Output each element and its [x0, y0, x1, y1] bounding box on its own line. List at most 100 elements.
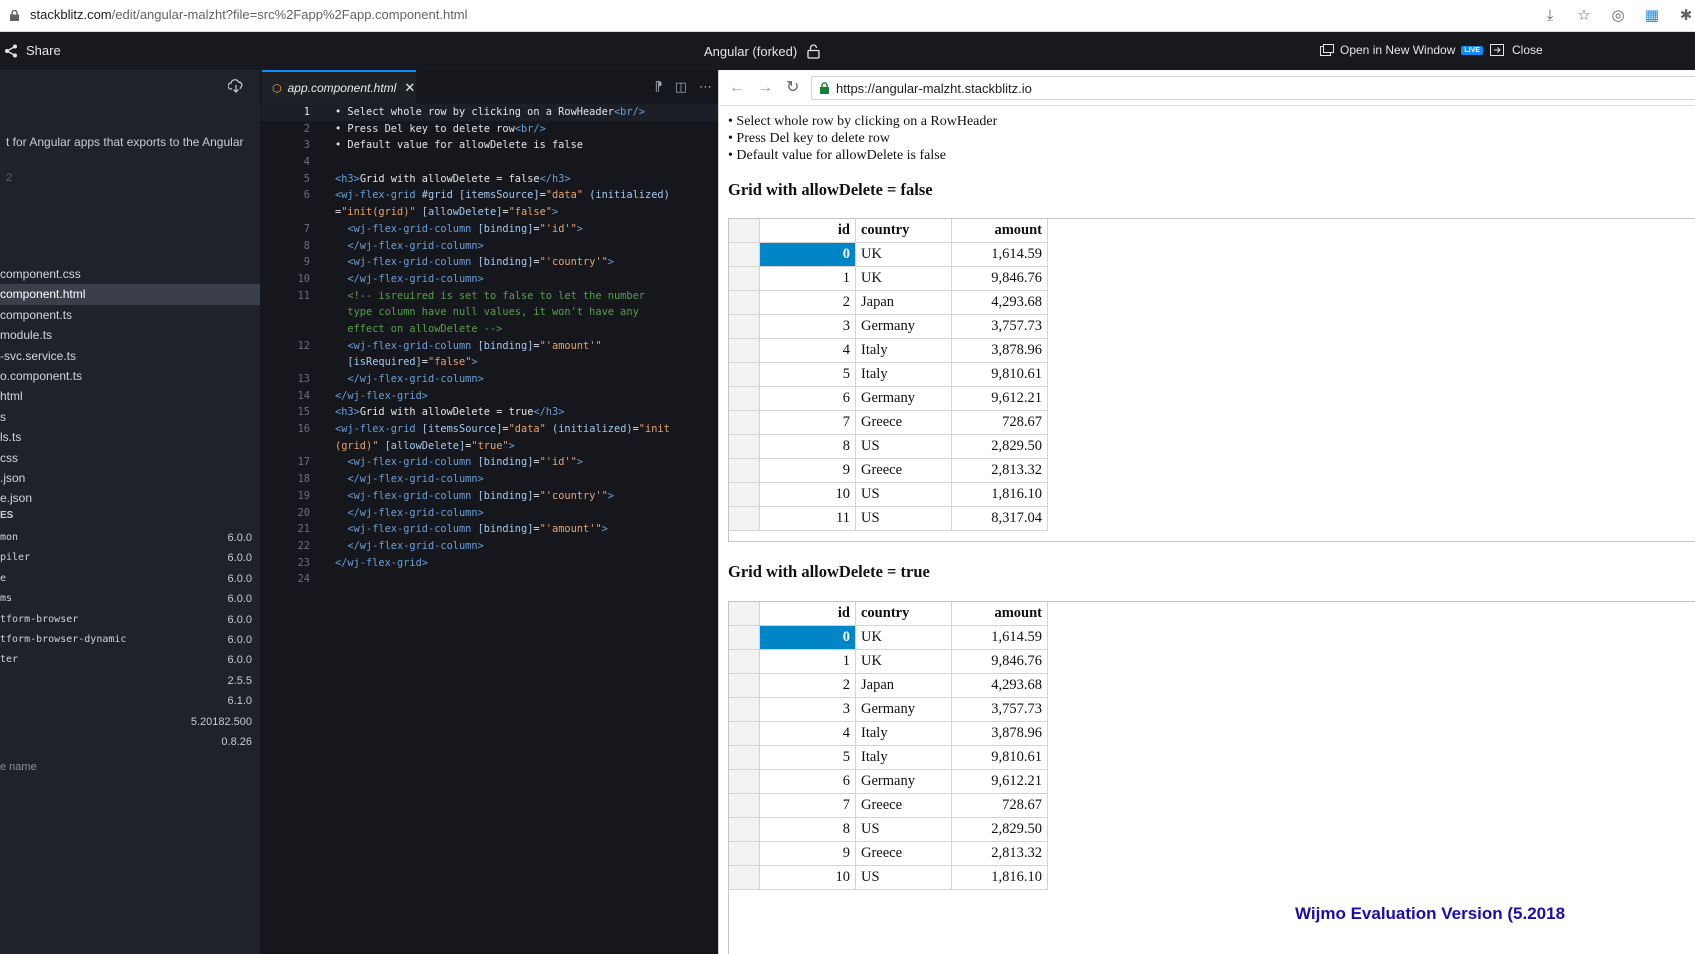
grid-cell[interactable]: UK [856, 267, 952, 291]
grid-cell[interactable]: US [856, 483, 952, 507]
grid-cell[interactable]: Japan [856, 674, 952, 698]
row-header[interactable] [729, 411, 760, 435]
row-header[interactable] [729, 435, 760, 459]
row-header[interactable] [729, 626, 760, 650]
row-header[interactable] [729, 291, 760, 315]
grid-cell[interactable]: 9,810.61 [952, 363, 1048, 387]
row-header[interactable] [729, 794, 760, 818]
grid-cell[interactable]: 9,846.76 [952, 267, 1048, 291]
reload-icon[interactable]: ↻ [786, 79, 799, 97]
column-header-country[interactable]: country [856, 602, 952, 626]
bookmark-star-icon[interactable]: ☆ [1575, 7, 1593, 25]
grid-row[interactable]: 5 Italy 9,810.61 [729, 363, 1695, 387]
grid-cell[interactable]: 6 [760, 770, 856, 794]
grid-cell[interactable]: Greece [856, 842, 952, 866]
column-header-id[interactable]: id [760, 219, 856, 243]
row-header[interactable] [729, 339, 760, 363]
grid-cell[interactable]: Germany [856, 315, 952, 339]
row-header[interactable] [729, 674, 760, 698]
grid-cell[interactable]: 5 [760, 363, 856, 387]
file-item[interactable]: css [0, 448, 260, 468]
grid-row[interactable]: 4 Italy 3,878.96 [729, 722, 1695, 746]
grid-row[interactable]: 4 Italy 3,878.96 [729, 339, 1695, 363]
row-header[interactable] [729, 650, 760, 674]
grid-row[interactable]: 9 Greece 2,813.32 [729, 459, 1695, 483]
grid-cell[interactable]: Greece [856, 794, 952, 818]
cloud-download-icon[interactable] [228, 79, 244, 93]
grid-cell[interactable]: Greece [856, 459, 952, 483]
code-area[interactable]: 1 • Select whole row by clicking on a Row… [260, 104, 718, 588]
dependency-item[interactable]: ms 6.0.0 [0, 589, 260, 609]
close-preview-button[interactable]: Close [1490, 43, 1543, 57]
dependency-item[interactable]: 0.8.26 [0, 732, 260, 752]
grid-row[interactable]: 1 UK 9,846.76 [729, 267, 1695, 291]
grid-cell[interactable]: UK [856, 650, 952, 674]
row-header[interactable] [729, 507, 760, 531]
install-icon[interactable]: ⤓ [1541, 7, 1559, 25]
new-dependency-input[interactable]: e name [0, 761, 37, 773]
file-item[interactable]: component.css [0, 264, 260, 284]
column-header-amount[interactable]: amount [952, 219, 1048, 243]
open-new-window-button[interactable]: Open in New Window LIVE [1320, 43, 1483, 57]
grid-cell[interactable]: 1 [760, 650, 856, 674]
file-item[interactable]: module.ts [0, 325, 260, 345]
grid-cell[interactable]: 3,757.73 [952, 698, 1048, 722]
preview-markdown-icon[interactable]: ⁋ [654, 79, 662, 95]
grid-cell[interactable]: 4,293.68 [952, 291, 1048, 315]
grid-cell[interactable]: 5 [760, 746, 856, 770]
file-item[interactable]: component.ts [0, 305, 260, 325]
grid-cell[interactable]: 1 [760, 267, 856, 291]
row-header[interactable] [729, 842, 760, 866]
grid-cell[interactable]: 9,612.21 [952, 387, 1048, 411]
grid-cell[interactable]: Italy [856, 746, 952, 770]
unlock-icon[interactable] [807, 44, 820, 59]
row-header[interactable] [729, 698, 760, 722]
preview-url-bar[interactable]: https://angular-malzht.stackblitz.io [811, 76, 1695, 100]
grid-cell[interactable]: US [856, 435, 952, 459]
grid-cell[interactable]: 2,813.32 [952, 842, 1048, 866]
grid-cell[interactable]: 0 [760, 626, 856, 650]
more-options-icon[interactable]: ⋯ [699, 79, 712, 95]
grid-cell[interactable]: 7 [760, 411, 856, 435]
grid-cell[interactable]: 8,317.04 [952, 507, 1048, 531]
row-header[interactable] [729, 315, 760, 339]
dependency-item[interactable]: 5.20182.500 [0, 712, 260, 732]
dependency-item[interactable]: mon 6.0.0 [0, 528, 260, 548]
dependency-item[interactable]: 2.5.5 [0, 671, 260, 691]
grid-cell[interactable]: 0 [760, 243, 856, 267]
grid-cell[interactable]: UK [856, 243, 952, 267]
grid-cell[interactable]: Italy [856, 722, 952, 746]
grid-cell[interactable]: 1,614.59 [952, 626, 1048, 650]
grid-cell[interactable]: 1,816.10 [952, 866, 1048, 890]
grid-top-left-cell[interactable] [729, 602, 760, 626]
dependency-item[interactable]: ter 6.0.0 [0, 650, 260, 670]
dependency-item[interactable]: e 6.0.0 [0, 569, 260, 589]
grid-cell[interactable]: 9,810.61 [952, 746, 1048, 770]
tab-app-component-html[interactable]: ⬡ app.component.html ✕ [262, 70, 416, 104]
grid-cell[interactable]: 9,846.76 [952, 650, 1048, 674]
grid-row[interactable]: 3 Germany 3,757.73 [729, 698, 1695, 722]
grid-cell[interactable]: 3 [760, 315, 856, 339]
grid-cell[interactable]: 1,614.59 [952, 243, 1048, 267]
file-item[interactable]: e.json [0, 488, 260, 508]
row-header[interactable] [729, 363, 760, 387]
grid-row[interactable]: 2 Japan 4,293.68 [729, 291, 1695, 315]
file-item[interactable]: -svc.service.ts [0, 346, 260, 366]
column-header-country[interactable]: country [856, 219, 952, 243]
grid-cell[interactable]: Germany [856, 698, 952, 722]
close-tab-icon[interactable]: ✕ [404, 80, 415, 96]
grid-row[interactable]: 2 Japan 4,293.68 [729, 674, 1695, 698]
row-header[interactable] [729, 243, 760, 267]
grid-cell[interactable]: US [856, 507, 952, 531]
grid-cell[interactable]: 4 [760, 722, 856, 746]
grid-cell[interactable]: 6 [760, 387, 856, 411]
grid-cell[interactable]: Italy [856, 339, 952, 363]
grid-row[interactable]: 8 US 2,829.50 [729, 435, 1695, 459]
grid-cell[interactable]: US [856, 818, 952, 842]
flex-grid-delete-true[interactable]: id country amount 0 UK 1,614.59 1 UK 9,846.76 2 Ja… [728, 601, 1695, 954]
grid-cell[interactable]: 2 [760, 674, 856, 698]
grid-row[interactable]: 11 US 8,317.04 [729, 507, 1695, 531]
share-button[interactable]: Share [4, 43, 61, 58]
grid-cell[interactable]: 728.67 [952, 794, 1048, 818]
grid-row[interactable]: 7 Greece 728.67 [729, 411, 1695, 435]
